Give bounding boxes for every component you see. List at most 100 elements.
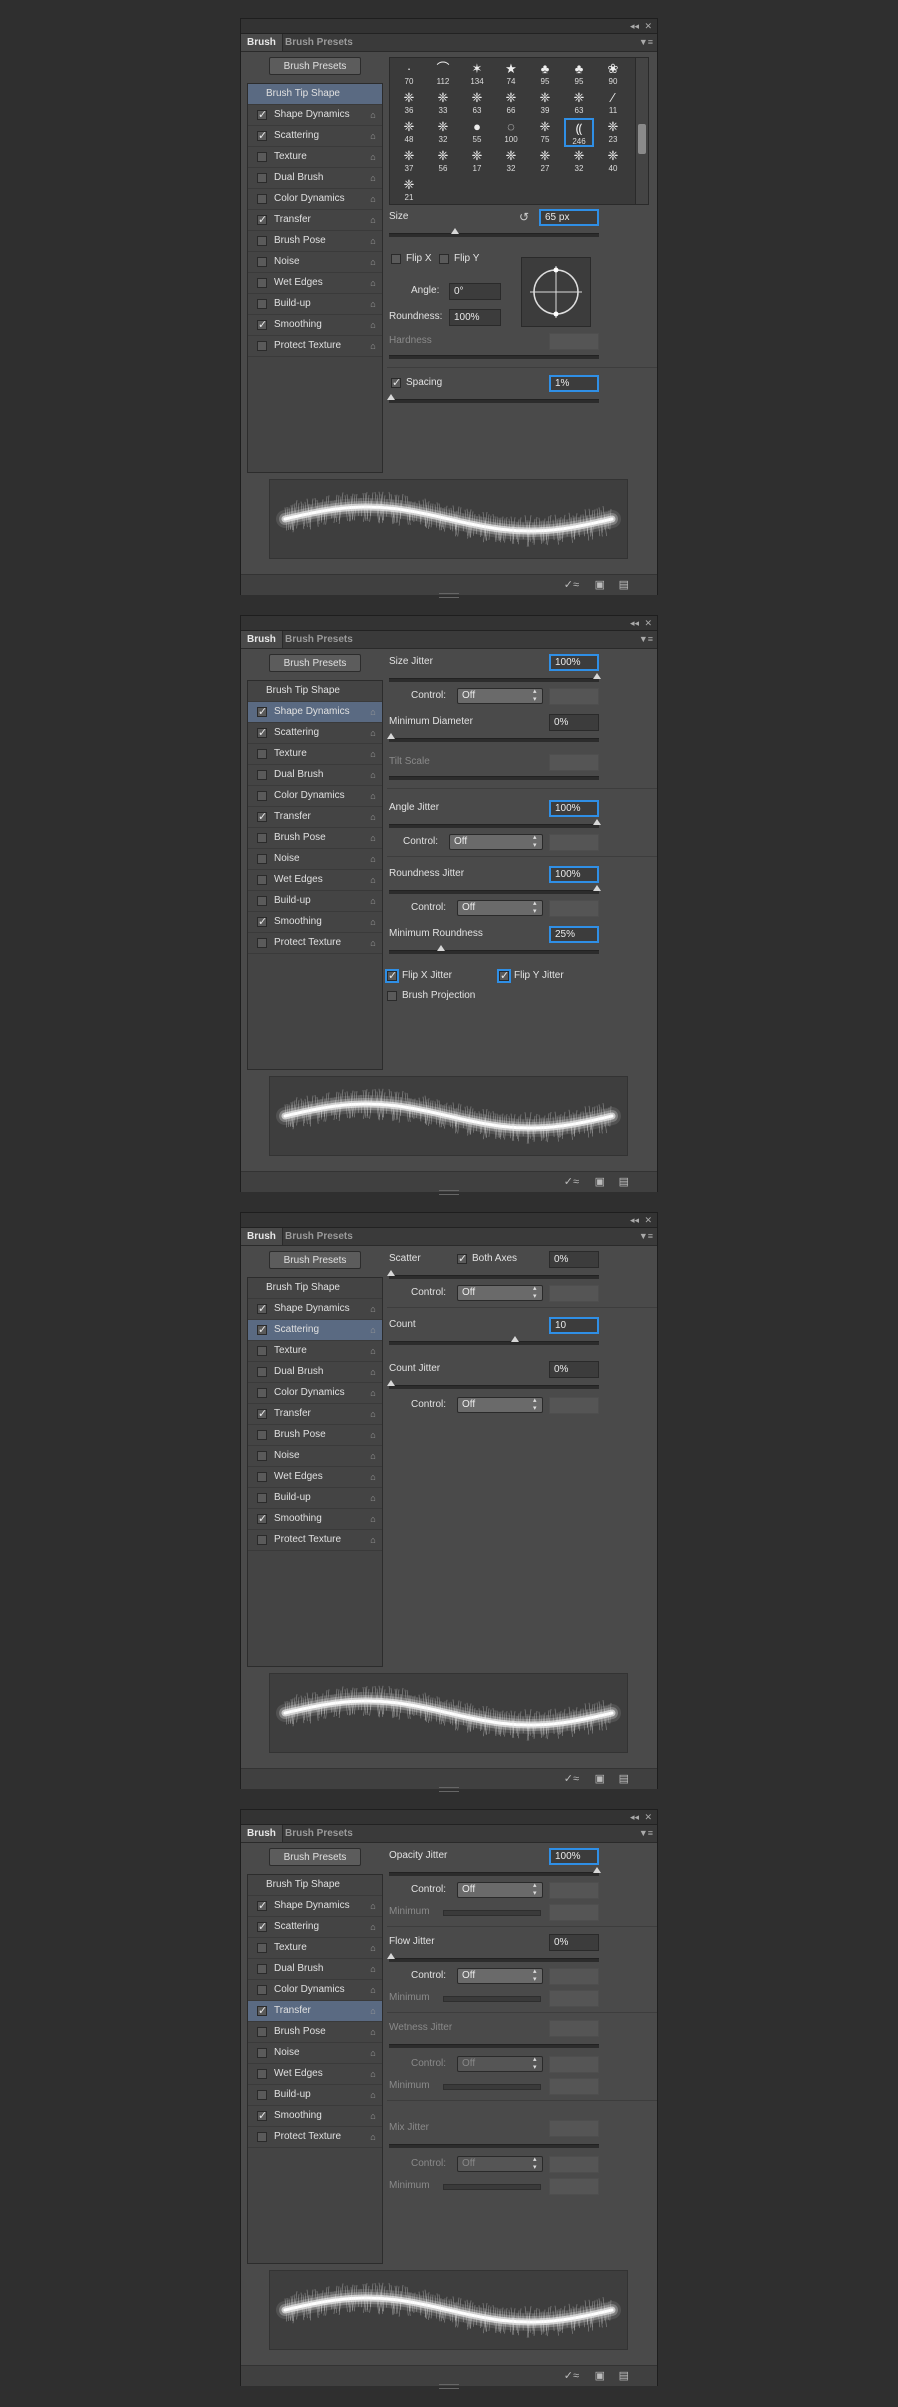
brush-tip-grid[interactable]: · 70 ⌒ 112 ✶ 134 ★ 74 ♣ 95 ♣ 95 ❀ 90 ❈ 36 ❈ 33 ❈ 63 ❈ 66 ❈ 39 ❈ 6… [389, 57, 649, 205]
brush-tip-thumb[interactable]: ❈ 21 [394, 176, 424, 204]
brush-tip-thumb[interactable]: ❈ 39 [530, 89, 560, 118]
lock-icon[interactable]: ⌂ [368, 1409, 378, 1419]
brush-editor-icon[interactable]: ▣ [595, 1175, 605, 1188]
option-checkbox[interactable] [257, 791, 267, 801]
lock-icon[interactable]: ⌂ [368, 749, 378, 759]
roundness-jitter-slider[interactable] [389, 885, 601, 894]
flip-y-checkbox[interactable] [439, 254, 449, 264]
option-noise[interactable]: Noise ⌂ [248, 1446, 382, 1467]
option-build-up[interactable]: Build-up ⌂ [248, 2085, 382, 2106]
brush-editor-icon[interactable]: ▣ [595, 578, 605, 591]
option-brush-tip-shape[interactable]: Brush Tip Shape [248, 681, 382, 702]
brush-tip-thumb[interactable]: ❈ 32 [496, 147, 526, 176]
lock-icon[interactable]: ⌂ [368, 1451, 378, 1461]
lock-icon[interactable]: ⌂ [368, 707, 378, 717]
resize-grip[interactable] [439, 1190, 459, 1195]
angle-jitter-slider[interactable] [389, 819, 601, 828]
option-checkbox[interactable] [257, 2132, 267, 2142]
tab-brush[interactable]: Brush [241, 1228, 283, 1245]
brush-tip-thumb[interactable]: ❈ 37 [394, 147, 424, 176]
collapse-icon[interactable]: ◂◂ [630, 1213, 639, 1227]
brush-tip-thumb[interactable]: ❈ 75 [530, 118, 560, 147]
lock-icon[interactable]: ⌂ [368, 833, 378, 843]
lock-icon[interactable]: ⌂ [368, 728, 378, 738]
brush-tip-thumb[interactable]: ♣ 95 [530, 60, 560, 89]
lock-icon[interactable]: ⌂ [368, 1472, 378, 1482]
collapse-icon[interactable]: ◂◂ [630, 616, 639, 630]
brush-tip-thumb[interactable]: ❈ 32 [428, 118, 458, 147]
lock-icon[interactable]: ⌂ [368, 2069, 378, 2079]
panel-menu-icon[interactable]: ▼≡ [639, 631, 653, 648]
lock-icon[interactable]: ⌂ [368, 1304, 378, 1314]
option-brush-pose[interactable]: Brush Pose ⌂ [248, 1425, 382, 1446]
lock-icon[interactable]: ⌂ [368, 1367, 378, 1377]
lock-icon[interactable]: ⌂ [368, 173, 378, 183]
scatter-field[interactable]: 0% [549, 1251, 599, 1268]
brush-tip-thumb[interactable]: ❈ 63 [564, 89, 594, 118]
lock-icon[interactable]: ⌂ [368, 257, 378, 267]
option-checkbox[interactable] [257, 1899, 267, 1912]
brush-tip-thumb[interactable]: ❈ 17 [462, 147, 492, 176]
collapse-icon[interactable]: ◂◂ [630, 19, 639, 33]
lock-icon[interactable]: ⌂ [368, 2048, 378, 2058]
option-checkbox[interactable] [257, 213, 267, 226]
panel-menu-icon[interactable]: ▼≡ [639, 1825, 653, 1842]
toggle-live-tip-icon[interactable]: ✓≈ [564, 578, 579, 591]
option-texture[interactable]: Texture ⌂ [248, 744, 382, 765]
resize-grip[interactable] [439, 2384, 459, 2389]
option-dual-brush[interactable]: Dual Brush ⌂ [248, 1362, 382, 1383]
new-preset-icon[interactable]: ▤ [619, 578, 629, 591]
brush-tip-thumb[interactable]: ❈ 32 [564, 147, 594, 176]
brush-presets-button[interactable]: Brush Presets [269, 1251, 361, 1269]
option-checkbox[interactable] [257, 726, 267, 739]
option-transfer[interactable]: Transfer ⌂ [248, 2001, 382, 2022]
option-wet-edges[interactable]: Wet Edges ⌂ [248, 273, 382, 294]
lock-icon[interactable]: ⌂ [368, 1985, 378, 1995]
lock-icon[interactable]: ⌂ [368, 2132, 378, 2142]
option-scattering[interactable]: Scattering ⌂ [248, 723, 382, 744]
option-shape-dynamics[interactable]: Shape Dynamics ⌂ [248, 1896, 382, 1917]
lock-icon[interactable]: ⌂ [368, 1535, 378, 1545]
brush-tip-thumb[interactable]: ❈ 66 [496, 89, 526, 118]
flip-x-jitter-checkbox[interactable] [385, 969, 399, 983]
option-checkbox[interactable] [257, 1302, 267, 1315]
option-checkbox[interactable] [257, 1323, 267, 1336]
lock-icon[interactable]: ⌂ [368, 896, 378, 906]
option-checkbox[interactable] [257, 257, 267, 267]
min-diameter-field[interactable]: 0% [549, 714, 599, 731]
option-dual-brush[interactable]: Dual Brush ⌂ [248, 1959, 382, 1980]
option-smoothing[interactable]: Smoothing ⌂ [248, 2106, 382, 2127]
brush-editor-icon[interactable]: ▣ [595, 1772, 605, 1785]
option-texture[interactable]: Texture ⌂ [248, 1938, 382, 1959]
lock-icon[interactable]: ⌂ [368, 1346, 378, 1356]
flip-y-jitter-checkbox[interactable] [497, 969, 511, 983]
option-checkbox[interactable] [257, 1964, 267, 1974]
collapse-icon[interactable]: ◂◂ [630, 1810, 639, 1824]
option-checkbox[interactable] [257, 1346, 267, 1356]
flow-jitter-slider[interactable] [387, 1953, 599, 1962]
lock-icon[interactable]: ⌂ [368, 110, 378, 120]
option-brush-pose[interactable]: Brush Pose ⌂ [248, 231, 382, 252]
option-checkbox[interactable] [257, 705, 267, 718]
option-checkbox[interactable] [257, 1451, 267, 1461]
close-icon[interactable]: ✕ [644, 19, 652, 33]
lock-icon[interactable]: ⌂ [368, 131, 378, 141]
lock-icon[interactable]: ⌂ [368, 152, 378, 162]
resize-grip[interactable] [439, 593, 459, 598]
angle-field[interactable]: 0° [449, 283, 501, 300]
brush-tip-thumb[interactable]: · 70 [394, 60, 424, 89]
option-color-dynamics[interactable]: Color Dynamics ⌂ [248, 189, 382, 210]
lock-icon[interactable]: ⌂ [368, 1901, 378, 1911]
option-checkbox[interactable] [257, 2004, 267, 2017]
option-checkbox[interactable] [257, 173, 267, 183]
brush-tip-thumb[interactable]: ★ 74 [496, 60, 526, 89]
angle-jitter-field[interactable]: 100% [549, 800, 599, 817]
min-diameter-slider[interactable] [387, 733, 599, 742]
option-shape-dynamics[interactable]: Shape Dynamics ⌂ [248, 702, 382, 723]
option-checkbox[interactable] [257, 1430, 267, 1440]
roundness-field[interactable]: 100% [449, 309, 501, 326]
lock-icon[interactable]: ⌂ [368, 341, 378, 351]
spacing-field[interactable]: 1% [549, 375, 599, 392]
option-checkbox[interactable] [257, 278, 267, 288]
option-protect-texture[interactable]: Protect Texture ⌂ [248, 933, 382, 954]
